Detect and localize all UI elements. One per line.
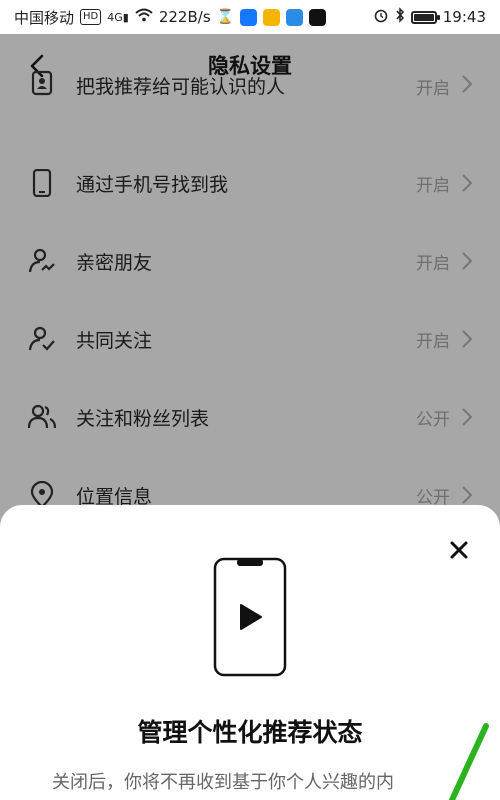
settings-row[interactable]: 亲密朋友 开启 <box>0 222 500 300</box>
close-friend-icon <box>28 248 55 273</box>
signal-icon: 4G▮ <box>107 10 129 24</box>
settings-list: 把我推荐给可能认识的人 开启 通过手机号找到我 开启 亲密朋友 开启 共同关注 … <box>0 70 500 534</box>
app-cloud-icon <box>286 8 304 26</box>
network-type: 4G <box>107 10 123 24</box>
contact-card-icon <box>31 70 53 96</box>
wifi-icon <box>135 8 153 26</box>
status-right: 19:43 <box>373 7 486 27</box>
settings-row-label: 通过手机号找到我 <box>76 173 229 196</box>
sheet-title: 管理个性化推荐状态 <box>137 718 363 747</box>
settings-row[interactable]: 通过手机号找到我 开启 <box>0 144 500 222</box>
settings-row-value: 开启 <box>416 253 450 274</box>
chevron-right-icon <box>462 252 473 270</box>
settings-row-value: 开启 <box>416 175 450 196</box>
phone-video-icon <box>213 557 287 677</box>
sheet-description: 关闭后，你将不再收到基于你个人兴趣的内 <box>52 772 394 793</box>
settings-row-label: 关注和粉丝列表 <box>76 407 210 430</box>
chevron-right-icon <box>462 486 473 504</box>
settings-row[interactable]: 关注和粉丝列表 公开 <box>0 378 500 456</box>
chevron-right-icon <box>462 330 473 348</box>
status-bar: 中国移动 HD 4G▮ 222B/s ⌛ 19:43 <box>0 0 500 34</box>
alarm-icon <box>373 7 389 27</box>
annotation-stroke <box>449 723 489 800</box>
settings-row-value: 公开 <box>416 487 450 508</box>
settings-row-value: 开启 <box>416 79 450 99</box>
settings-row-label: 亲密朋友 <box>76 251 153 274</box>
phone-icon <box>32 169 52 197</box>
settings-row-value: 公开 <box>416 409 450 430</box>
clock-time: 19:43 <box>442 8 486 26</box>
chevron-right-icon <box>462 174 473 192</box>
hourglass-icon: ⌛ <box>216 9 235 25</box>
settings-row-label: 共同关注 <box>76 329 153 352</box>
chevron-right-icon <box>462 75 473 93</box>
battery-fill <box>413 13 434 21</box>
recommendation-bottom-sheet: 管理个性化推荐状态 关闭后，你将不再收到基于你个人兴趣的内 <box>0 505 500 800</box>
settings-row-value: 开启 <box>416 331 450 352</box>
app-capcut-icon <box>309 8 327 26</box>
status-left: 中国移动 HD 4G▮ 222B/s ⌛ <box>14 7 327 28</box>
network-speed: 222B/s <box>158 8 211 26</box>
followers-icon <box>28 404 56 429</box>
mutual-follow-icon <box>28 326 55 351</box>
hd-icon: HD <box>80 9 102 25</box>
settings-row-label: 把我推荐给可能认识的人 <box>76 76 286 98</box>
battery-icon <box>410 10 440 24</box>
settings-row[interactable]: 把我推荐给可能认识的人 开启 <box>0 70 500 104</box>
carrier-label: 中国移动 <box>14 8 75 27</box>
bluetooth-icon <box>395 7 405 27</box>
settings-row[interactable]: 共同关注 开启 <box>0 300 500 378</box>
close-icon[interactable] <box>448 539 470 561</box>
app-yellow-icon <box>263 8 281 26</box>
chevron-right-icon <box>462 408 473 426</box>
app-blue-icon <box>240 8 258 26</box>
